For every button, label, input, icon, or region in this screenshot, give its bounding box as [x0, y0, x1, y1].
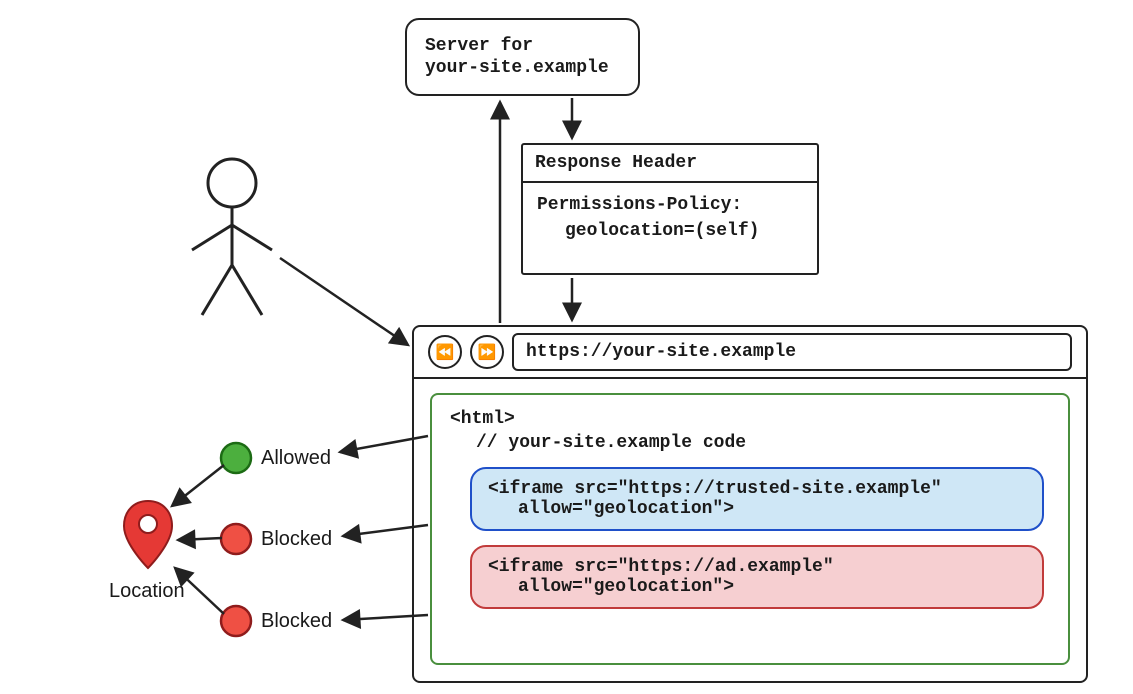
arrows-layer — [0, 0, 1133, 694]
